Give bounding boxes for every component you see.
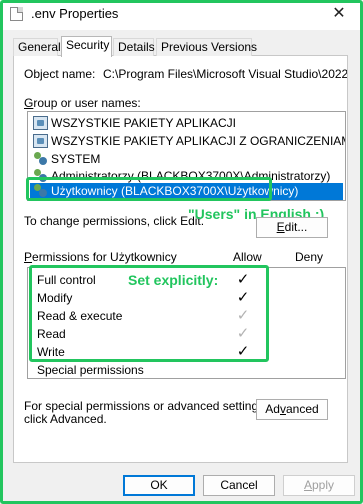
list-item-selected[interactable]: Użytkownicy (BLACKBOX3700X\Użytkownicy) xyxy=(30,183,343,200)
perm-row-full-control: Full control xyxy=(37,273,96,287)
edit-button[interactable]: Edit... xyxy=(256,217,328,238)
list-item-label: SYSTEM xyxy=(51,152,101,166)
list-item-label: Administratorzy (BLACKBOX3700X\Administr… xyxy=(51,169,331,183)
object-name-value: C:\Program Files\Microsoft Visual Studio… xyxy=(103,67,347,81)
perm-row-read: Read xyxy=(37,327,66,341)
check-icon: ✓ xyxy=(236,325,250,342)
close-icon[interactable]: ✕ xyxy=(318,0,360,28)
permissions-label: Permissions for Użytkownicy xyxy=(24,250,177,264)
cancel-button[interactable]: Cancel xyxy=(203,475,275,496)
group-icon xyxy=(33,116,48,130)
tab-previous-versions[interactable]: Previous Versions xyxy=(156,38,257,56)
perm-row-modify: Modify xyxy=(37,291,73,305)
groups-label: Group or user names: xyxy=(24,96,141,110)
list-item-label: WSZYSTKIE PAKIETY APLIKACJI xyxy=(51,116,236,130)
list-item-label: Użytkownicy (BLACKBOX3700X\Użytkownicy) xyxy=(51,184,299,198)
window-title: .env Properties xyxy=(31,6,119,21)
deny-header: Deny xyxy=(295,250,324,264)
users-icon xyxy=(33,152,48,166)
set-explicitly-annotation: Set explicitly: xyxy=(128,272,219,288)
group-icon xyxy=(33,134,48,148)
list-item-label: WSZYSTKIE PAKIETY APLIKACJI Z OGRANICZEN… xyxy=(51,134,346,148)
advanced-button[interactable]: Advanced xyxy=(256,399,328,420)
perm-row-write: Write xyxy=(37,345,65,359)
advanced-text-line2: click Advanced. xyxy=(24,412,107,426)
file-icon xyxy=(10,7,23,21)
users-icon xyxy=(33,169,48,183)
check-icon: ✓ xyxy=(236,307,250,324)
check-icon: ✓ xyxy=(236,271,250,288)
tab-security[interactable]: Security xyxy=(61,36,112,57)
object-name-label: Object name: xyxy=(24,67,96,81)
ok-button[interactable]: OK xyxy=(123,475,195,496)
list-item[interactable]: WSZYSTKIE PAKIETY APLIKACJI Z OGRANICZEN… xyxy=(30,133,346,150)
perm-row-special: Special permissions xyxy=(37,363,144,377)
title-bar: .env Properties ✕ xyxy=(0,0,363,30)
check-icon: ✓ xyxy=(236,289,250,306)
list-item[interactable]: SYSTEM xyxy=(30,151,343,168)
tab-general[interactable]: General xyxy=(13,38,61,56)
group-user-list[interactable]: WSZYSTKIE PAKIETY APLIKACJI WSZYSTKIE PA… xyxy=(27,111,346,201)
users-icon xyxy=(33,184,48,198)
advanced-text-line1: For special permissions or advanced sett… xyxy=(24,399,268,413)
list-item[interactable]: WSZYSTKIE PAKIETY APLIKACJI xyxy=(30,115,343,132)
perm-row-read-execute: Read & execute xyxy=(37,309,123,323)
apply-button[interactable]: Apply xyxy=(283,475,355,496)
allow-header: Allow xyxy=(233,250,262,264)
change-permissions-text: To change permissions, click Edit. xyxy=(24,214,205,228)
check-icon: ✓ xyxy=(236,343,250,360)
tab-details[interactable]: Details xyxy=(113,38,155,56)
